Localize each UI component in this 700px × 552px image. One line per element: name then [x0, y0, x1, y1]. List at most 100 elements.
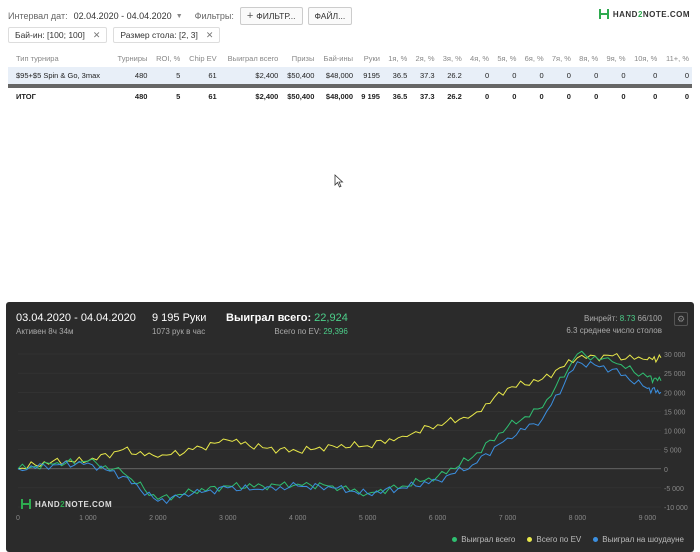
filter-chip-table-size[interactable]: Размер стола: [2, 3] ✕ — [113, 27, 221, 43]
y-tick-label: -10 000 — [664, 505, 688, 512]
add-filter-label: ФИЛЬТР... — [256, 11, 296, 21]
legend-dot — [527, 537, 533, 542]
table-cell: 0 — [519, 67, 547, 84]
table-cell: 0 — [512, 92, 517, 101]
table-cell: 0 — [660, 67, 692, 84]
column-header[interactable]: Турниры — [111, 50, 150, 67]
legend-label: Выиграл на шоудауне — [602, 535, 684, 544]
filters-label: Фильтры: — [194, 11, 234, 21]
table-cell: 61 — [183, 67, 220, 84]
table-cell: 0 — [539, 92, 544, 101]
column-header[interactable]: 10я, % — [629, 50, 661, 67]
table-cell: $2,400 — [255, 92, 279, 101]
stats-table: Тип турнира Турниры ROI, % Chip EV Выиграл в… — [8, 50, 692, 105]
x-tick-label: 7 000 — [499, 515, 517, 522]
table-cell: 0 — [684, 92, 689, 101]
column-header[interactable]: Chip EV — [183, 50, 219, 67]
table-cell: 5 — [150, 67, 184, 84]
x-tick-label: 3 000 — [219, 515, 237, 522]
column-header[interactable]: ROI, % — [150, 50, 183, 67]
y-tick-label: 10 000 — [664, 429, 686, 436]
legend-dot — [452, 537, 458, 542]
close-icon[interactable]: ✕ — [93, 30, 101, 41]
y-tick-label: 30 000 — [664, 352, 686, 359]
x-tick-label: 1 000 — [79, 515, 97, 522]
interval-value[interactable]: 02.04.2020 - 04.04.2020 — [74, 11, 172, 21]
table-cell: $95+$5 Spin & Go, 3max — [8, 67, 112, 84]
table-cell: 26.2 — [447, 92, 462, 101]
legend-item-won[interactable]: Выиграл всего — [452, 535, 515, 544]
table-cell: 36.5 — [392, 92, 408, 101]
chevron-down-icon[interactable]: ▼ — [176, 13, 183, 20]
column-header[interactable]: 9я, % — [601, 50, 628, 67]
column-header[interactable]: 2я, % — [410, 50, 437, 67]
table-cell: $48,000 — [317, 67, 357, 84]
legend-label: Выиграл всего — [461, 535, 516, 544]
column-header[interactable]: 4я, % — [465, 50, 492, 67]
x-tick-label: 2 000 — [149, 515, 167, 522]
logo-text-a: HAND — [612, 9, 638, 19]
column-header[interactable]: 5я, % — [492, 50, 519, 67]
chip-label: Размер стола: [2, 3] — [120, 30, 198, 40]
legend-dot — [593, 537, 599, 542]
legend-item-ev[interactable]: Всего по EV — [527, 535, 581, 544]
column-header[interactable]: Тип турнира — [8, 50, 111, 67]
x-tick-label: 5 000 — [359, 515, 377, 522]
plus-icon: + — [246, 10, 254, 22]
column-header[interactable]: 1я, % — [383, 50, 410, 67]
table-cell: 9195 — [356, 67, 383, 84]
table-cell: 0 — [628, 67, 661, 84]
add-filter-button[interactable]: + ФИЛЬТР... — [239, 7, 303, 25]
x-tick-label: 8 000 — [569, 515, 587, 522]
table-cell: 61 — [208, 92, 217, 101]
table-cell: 37.3 — [419, 92, 435, 101]
y-tick-label: -5 000 — [664, 486, 684, 493]
table-cell: 5 — [176, 92, 181, 101]
table-cell: ИТОГ — [16, 92, 36, 101]
table-cell: 0 — [484, 92, 490, 101]
profit-chart[interactable]: 30 000 25 000 20 000 15 000 10 000 5 000 0 -5 0… — [6, 302, 694, 552]
table-cell: 0 — [573, 67, 602, 84]
y-tick-label: 0 — [664, 467, 668, 474]
chip-label: Бай-ин: [100; 100] — [15, 30, 85, 40]
table-row[interactable]: $95+$5 Spin & Go, 3max 480 5 61 $2,400 $50,40… — [8, 67, 692, 84]
table-header-row: Тип турнира Турниры ROI, % Chip EV Выиграл в… — [8, 50, 692, 67]
table-cell: $48,000 — [325, 92, 354, 101]
x-tick-label: 4 000 — [289, 515, 307, 522]
x-tick-label: 6 000 — [429, 515, 447, 522]
logo-icon — [21, 499, 31, 509]
x-tick-label: 0 — [16, 515, 20, 522]
filter-chip-buyin[interactable]: Бай-ин: [100; 100] ✕ — [8, 27, 108, 43]
table-cell: $2,400 — [219, 67, 282, 84]
table-cell: 480 — [111, 67, 151, 84]
table-cell: 0 — [621, 92, 626, 101]
column-header[interactable]: Выиграл всего — [220, 50, 282, 67]
table-cell: 0 — [464, 67, 493, 84]
chart-watermark: HAND 2 NOTE.COM — [20, 498, 112, 510]
x-tick-label: 9 000 — [639, 515, 657, 522]
table-cell: $50,400 — [287, 92, 315, 101]
logo-text-c: NOTE.COM — [642, 9, 690, 19]
table-cell: 0 — [492, 67, 520, 84]
column-header[interactable]: 11+, % — [660, 50, 692, 67]
close-icon[interactable]: ✕ — [206, 30, 214, 41]
series-line-showdown[interactable] — [17, 360, 662, 505]
y-tick-label: 5 000 — [664, 448, 682, 455]
legend-item-showdown[interactable]: Выиграл на шоудауне — [593, 535, 684, 544]
stats-section: Интервал дат: 02.04.2020 - 04.04.2020 ▼ … — [0, 0, 700, 300]
column-header[interactable]: 8я, % — [574, 50, 601, 67]
column-header[interactable]: 7я, % — [547, 50, 574, 67]
series-line-won[interactable] — [17, 350, 662, 501]
column-header[interactable]: Призы — [281, 50, 317, 67]
table-cell: 37.3 — [410, 67, 438, 84]
table-cell: 9 195 — [361, 92, 380, 101]
column-header[interactable]: Бай-ины — [317, 50, 356, 67]
table-cell: 26.2 — [437, 67, 465, 84]
column-header[interactable]: 6я, % — [519, 50, 546, 67]
y-tick-label: 20 000 — [664, 390, 686, 397]
column-header[interactable]: 3я, % — [438, 50, 465, 67]
column-header[interactable]: Руки — [356, 50, 383, 67]
mouse-cursor-icon — [334, 174, 344, 188]
table-cell: 0 — [546, 67, 574, 84]
file-button[interactable]: ФАЙЛ... — [307, 7, 353, 25]
